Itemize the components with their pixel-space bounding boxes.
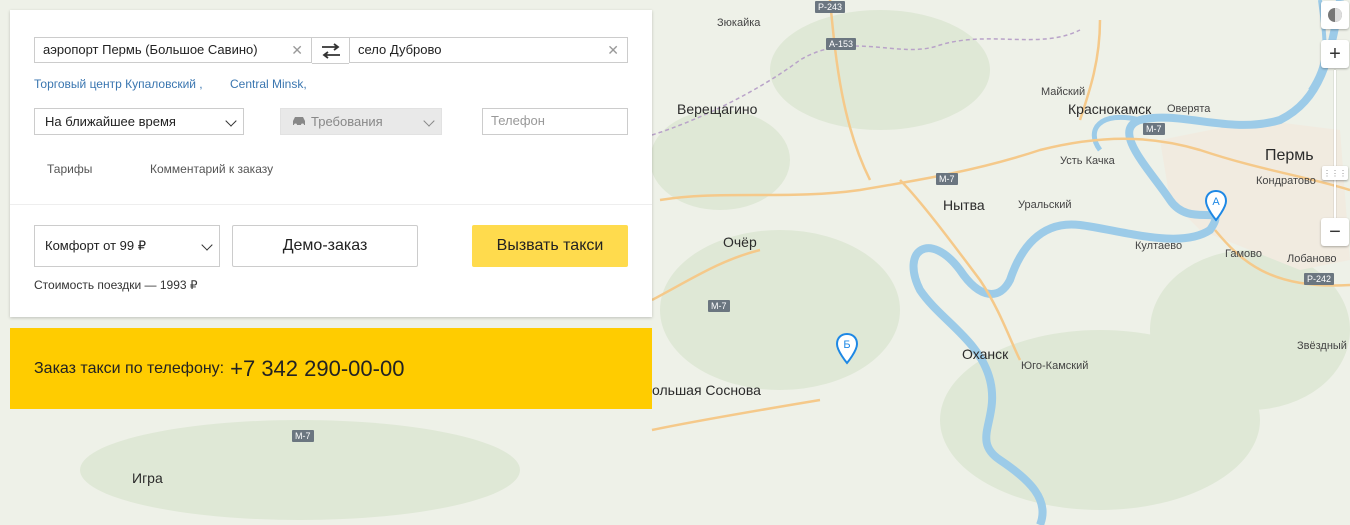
swap-icon [321, 42, 340, 59]
from-address-value: аэропорт Пермь (Большое Савино) [43, 42, 258, 57]
requirements-label: Требования [311, 114, 383, 129]
pin-label: Б [843, 339, 850, 351]
city-label: Юго-Камский [1021, 360, 1089, 372]
pin-label: А [1212, 196, 1220, 208]
address-suggestion-link[interactable]: Central Minsk, [230, 77, 307, 91]
city-label: Майский [1041, 86, 1086, 98]
road-shield: М-7 [708, 300, 730, 312]
road-shield: Р-242 [1304, 273, 1335, 285]
address-suggestion-link[interactable]: Торговый центр Купаловский , [34, 77, 203, 91]
road-shield: М-7 [1143, 123, 1165, 135]
banner-label: Заказ такси по телефону: [34, 359, 225, 377]
time-select-value: На ближайшее время [45, 114, 176, 129]
trip-cost: Стоимость поездки — 1993 ₽ [34, 278, 198, 292]
chevron-down-icon [201, 239, 213, 251]
city-label: Зюкайка [717, 17, 761, 29]
tariff-select[interactable]: Комфорт от 99 ₽ [34, 225, 220, 267]
city-label: Верещагино [677, 101, 758, 117]
tab-tariffs[interactable]: Тарифы [47, 162, 92, 176]
zoom-out-button[interactable]: − [1321, 218, 1349, 246]
city-label: Гамово [1225, 248, 1262, 260]
chevron-down-icon [423, 115, 435, 127]
road-shield: Р-243 [815, 1, 846, 13]
time-select[interactable]: На ближайшее время [34, 108, 244, 135]
tariff-select-value: Комфорт от 99 ₽ [45, 238, 147, 253]
zoom-slider-handle[interactable]: ⋮⋮⋮ [1322, 166, 1348, 180]
chevron-down-icon [225, 115, 237, 127]
city-label: Очёр [723, 234, 757, 250]
demo-order-button[interactable]: Демо-заказ [232, 225, 418, 267]
city-label: Пермь [1265, 147, 1314, 164]
city-label: Усть Качка [1060, 155, 1115, 167]
order-form-panel: аэропорт Пермь (Большое Савино) ✕ село Д… [10, 10, 652, 317]
requirements-select[interactable]: Требования [280, 108, 442, 135]
route-start-pin[interactable]: А [1204, 189, 1228, 226]
city-label: Нытва [943, 197, 985, 213]
city-label: Кондратово [1256, 175, 1316, 187]
layers-icon[interactable] [1321, 1, 1349, 29]
city-label: Оверята [1167, 103, 1211, 115]
road-shield: А-153 [826, 38, 857, 50]
phone-input[interactable]: Телефон [482, 108, 628, 135]
banner-phone[interactable]: +7 342 290-00-00 [230, 356, 404, 382]
phone-placeholder: Телефон [491, 113, 545, 128]
divider [10, 204, 652, 205]
swap-addresses-button[interactable] [312, 37, 349, 64]
city-label: Лобаново [1287, 253, 1337, 265]
phone-order-banner: Заказ такси по телефону: +7 342 290-00-0… [10, 328, 652, 409]
tab-comment[interactable]: Комментарий к заказу [150, 162, 273, 176]
road-shield: М-7 [292, 430, 314, 442]
to-address-input[interactable]: село Дуброво ✕ [349, 37, 628, 63]
city-label: Звёздный [1297, 340, 1347, 352]
city-label: Краснокамск [1068, 101, 1152, 117]
city-label: Игра [132, 470, 163, 486]
to-address-value: село Дуброво [358, 42, 442, 57]
city-label: Култаево [1135, 240, 1183, 252]
road-shield: М-7 [936, 173, 958, 185]
car-icon [293, 117, 305, 127]
city-label: Оханск [962, 346, 1009, 362]
clear-icon[interactable]: ✕ [607, 38, 619, 62]
call-taxi-button[interactable]: Вызвать такси [472, 225, 628, 267]
from-address-input[interactable]: аэропорт Пермь (Большое Савино) ✕ [34, 37, 312, 63]
zoom-slider-track[interactable] [1334, 70, 1336, 235]
zoom-in-button[interactable]: + [1321, 40, 1349, 68]
route-end-pin[interactable]: Б [835, 332, 859, 369]
city-label: Уральский [1018, 199, 1072, 211]
city-label: ольшая Соснова [652, 382, 761, 398]
clear-icon[interactable]: ✕ [291, 38, 303, 62]
